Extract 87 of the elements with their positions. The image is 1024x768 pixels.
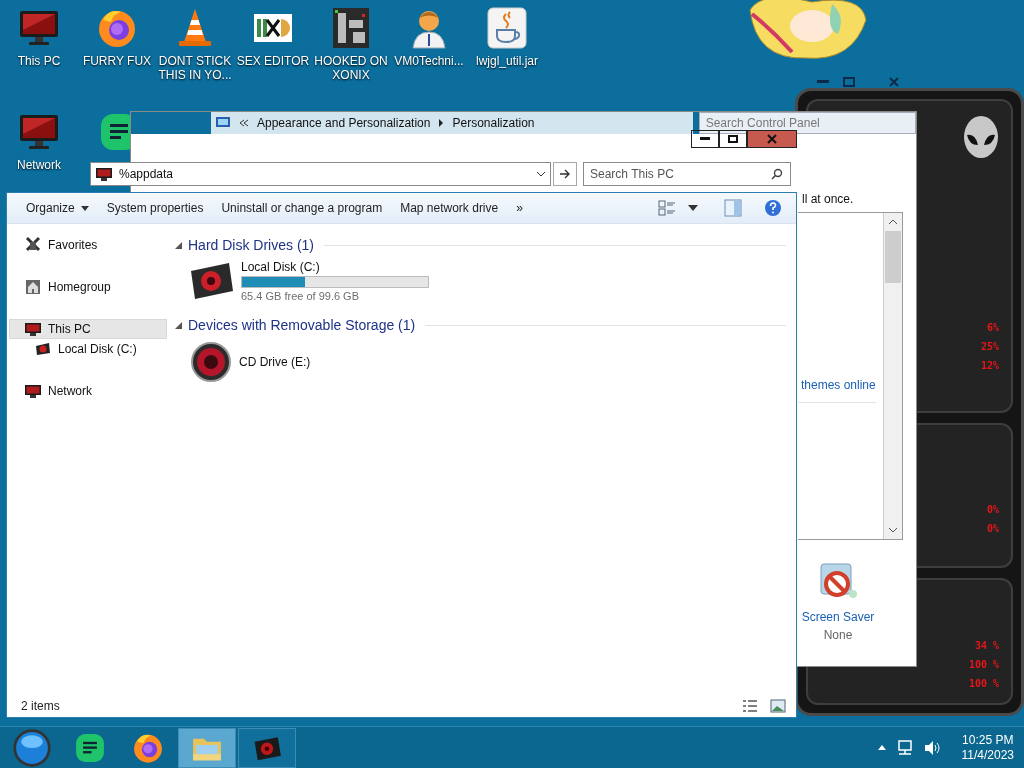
emblem-icon — [24, 236, 42, 254]
monitor-icon — [24, 382, 42, 400]
collapse-icon[interactable] — [175, 321, 182, 329]
gadget-reading: 100 % — [968, 659, 999, 670]
caret-icon — [80, 205, 89, 211]
gadget-reading: 0% — [986, 504, 999, 516]
free-space-text: 65.4 GB free of 99.6 GB — [241, 290, 360, 302]
drive-icon — [34, 340, 52, 358]
start-orb-icon — [12, 727, 52, 768]
house-icon — [24, 278, 42, 296]
search-field[interactable]: Search This PC — [583, 162, 791, 186]
drive-name[interactable]: CD Drive (E:) — [239, 355, 311, 369]
go-button[interactable] — [553, 162, 577, 186]
maximize-icon[interactable] — [843, 77, 855, 87]
large-icons-view-icon[interactable] — [770, 699, 786, 713]
group-header[interactable]: Devices with Removable Storage (1) — [188, 317, 416, 333]
minimize-icon — [700, 137, 710, 141]
scrollbar[interactable] — [883, 213, 902, 539]
taskbar-button[interactable] — [178, 727, 236, 768]
clock[interactable]: 10:25 PM 11/4/2023 — [961, 732, 1014, 763]
gadget-reading: 6% — [986, 322, 999, 334]
screen-saver-link[interactable]: Screen Saver — [801, 610, 875, 624]
breadcrumb-item[interactable]: Appearance and Personalization — [257, 116, 431, 130]
maximize-icon — [728, 135, 738, 143]
toolbar-button[interactable]: Uninstall or change a program — [214, 197, 390, 219]
icon-label[interactable]: HOOKED ON XONIX — [313, 54, 389, 82]
collapse-icon[interactable] — [175, 241, 182, 249]
close-icon — [767, 134, 777, 144]
search-icon — [771, 168, 783, 180]
icon-label[interactable]: lwjgl_util.jar — [476, 54, 538, 68]
icon-label[interactable]: Network — [17, 158, 61, 172]
toolbar-button[interactable]: Map network drive — [393, 197, 506, 219]
gadget-reading: 0% — [986, 523, 999, 535]
nav-item[interactable]: Network — [9, 381, 167, 401]
group-header[interactable]: Hard Disk Drives (1) — [188, 237, 314, 253]
icon-label[interactable]: SEX EDITOR — [236, 54, 310, 68]
scroll-thumb[interactable] — [885, 231, 901, 283]
nav-item[interactable]: Homegroup — [9, 277, 167, 297]
gadget-reading: 34 % — [974, 640, 999, 651]
gadget-reading: 100 % — [968, 678, 999, 689]
caret-icon[interactable] — [688, 205, 698, 211]
monitor-icon — [24, 320, 42, 338]
scroll-up-icon[interactable] — [888, 219, 898, 225]
breadcrumb-item[interactable]: Personalization — [452, 116, 535, 130]
minimize-icon[interactable] — [817, 80, 829, 84]
item-count: 2 items — [21, 699, 60, 713]
close-button[interactable] — [747, 130, 797, 148]
themes-online-link[interactable]: themes online — [798, 378, 883, 392]
view-options-icon[interactable] — [658, 200, 676, 216]
disc-drive-icon[interactable] — [189, 340, 233, 384]
double-chevron-icon — [239, 119, 249, 127]
toolbar-button[interactable]: » — [509, 197, 530, 219]
drive-icon[interactable] — [189, 261, 235, 301]
show-hidden-icons-icon[interactable] — [877, 745, 886, 750]
chevron-right-icon — [438, 119, 445, 127]
scroll-down-icon[interactable] — [888, 527, 898, 533]
icon-label[interactable]: DONT STICK THIS IN YO... — [157, 54, 233, 82]
screen-saver-value: None — [823, 628, 853, 642]
nav-item[interactable]: Favorites — [9, 235, 167, 255]
gadget-reading: 12% — [980, 360, 999, 372]
help-icon[interactable] — [764, 199, 782, 217]
alien-head-icon — [961, 115, 1001, 159]
maximize-button[interactable] — [719, 130, 747, 148]
arrow-right-icon — [559, 169, 571, 179]
network-icon[interactable] — [895, 739, 914, 756]
details-view-icon[interactable] — [742, 699, 758, 713]
nav-item[interactable]: Local Disk (C:) — [9, 339, 167, 359]
drive-name[interactable]: Local Disk (C:) — [241, 260, 429, 274]
toolbar-button[interactable]: System properties — [99, 197, 211, 219]
dropdown-icon[interactable] — [536, 171, 546, 177]
taskbar-button[interactable] — [238, 727, 296, 768]
address-field[interactable]: %appdata — [90, 162, 551, 186]
monitor-icon — [215, 116, 231, 130]
icon-label[interactable]: This PC — [17, 54, 61, 68]
breadcrumb-bar[interactable]: Appearance and Personalization Personalization — [211, 112, 693, 134]
monitor-icon — [95, 165, 113, 183]
description-text: ll at once. — [801, 192, 855, 206]
minimize-button[interactable] — [691, 130, 719, 148]
toolbar-button[interactable]: Organize — [19, 197, 96, 219]
close-icon[interactable] — [889, 77, 899, 87]
volume-icon[interactable] — [923, 739, 942, 756]
icon-label[interactable]: VM0Techni... — [394, 54, 464, 68]
coffee-cup-icon — [485, 6, 529, 50]
icon-label[interactable]: FURRY FUX — [82, 54, 152, 68]
nav-item[interactable]: This PC — [9, 319, 167, 339]
gadget-reading: 25% — [980, 341, 999, 353]
search-field[interactable]: Search Control Panel — [698, 112, 916, 134]
